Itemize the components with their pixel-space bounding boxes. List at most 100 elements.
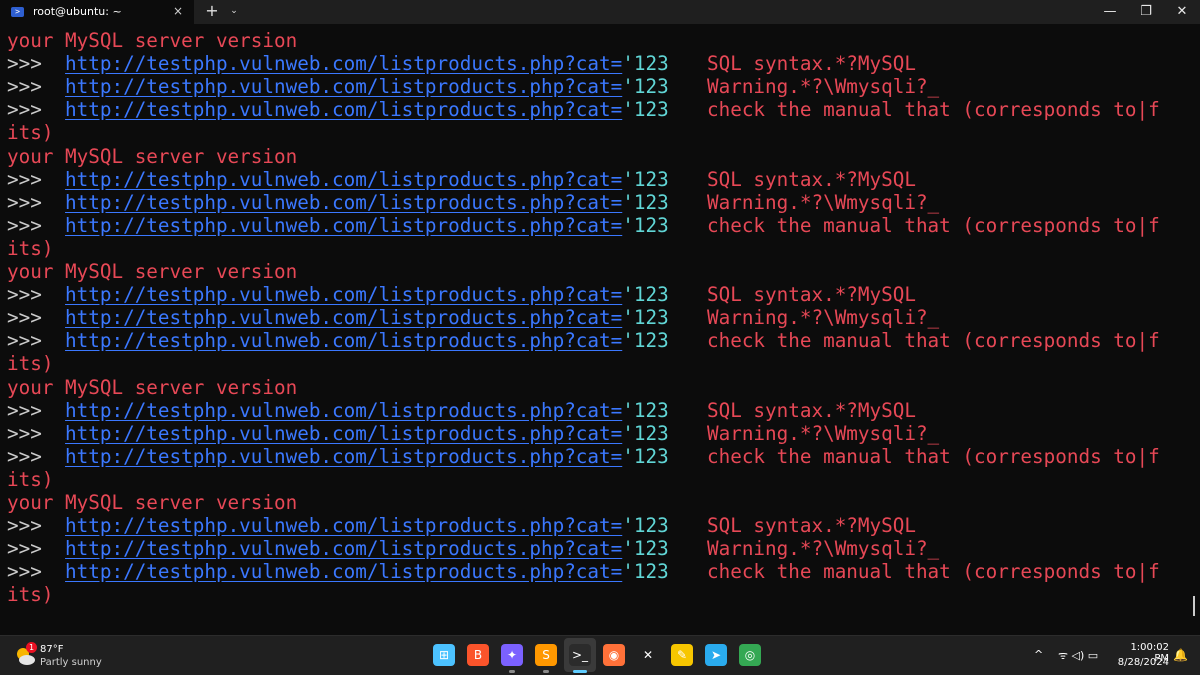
payload-suffix: '123 (622, 167, 669, 191)
prompt-marker: >>> (7, 306, 42, 330)
payload-suffix: '123 (622, 444, 669, 468)
running-indicator (573, 670, 587, 673)
notes-icon[interactable]: ✎ (671, 644, 693, 666)
payload-suffix: '123 (622, 537, 669, 561)
url-link[interactable]: http://testphp.vulnweb.com/listproducts.… (65, 283, 622, 306)
url-link[interactable]: http://testphp.vulnweb.com/listproducts.… (65, 191, 622, 214)
error-pattern: Warning.*?\Wmysqli?_ (707, 306, 940, 330)
url-link[interactable]: http://testphp.vulnweb.com/listproducts.… (65, 168, 622, 191)
minimize-button[interactable]: — (1092, 0, 1128, 24)
payload-suffix: '123 (622, 213, 669, 237)
terminal-entry-line: >>> http://testphp.vulnweb.com/listprodu… (7, 444, 1160, 468)
prompt-marker: >>> (7, 190, 42, 214)
taskbar: 1 87°F Partly sunny ⊞ B ✦ S >_ ◉ ✕ ✎ ➤ ◎ ^ ᯤ ◁) ▭… (0, 635, 1200, 675)
terminal-entry-line: >>> http://testphp.vulnweb.com/listprodu… (7, 306, 939, 330)
url-link[interactable]: http://testphp.vulnweb.com/listproducts.… (65, 514, 622, 537)
url-link[interactable]: http://testphp.vulnweb.com/listproducts.… (65, 306, 622, 329)
url-link[interactable]: http://testphp.vulnweb.com/listproducts.… (65, 329, 622, 352)
network-volume-battery-icons[interactable]: ᯤ ◁) ▭ (1058, 648, 1098, 663)
prompt-marker: >>> (7, 75, 42, 99)
terminal-entry-line: >>> http://testphp.vulnweb.com/listprodu… (7, 75, 939, 99)
terminal-tab[interactable]: > root@ubuntu: ~ × (0, 0, 194, 24)
x-app-icon[interactable]: ✕ (637, 644, 659, 666)
tray-chevron-icon[interactable]: ^ (1034, 648, 1043, 661)
error-pattern: check the manual that (corresponds to|f (707, 444, 1160, 468)
text-cursor (1193, 596, 1195, 616)
firefox-icon[interactable]: ◉ (603, 644, 625, 666)
url-link[interactable]: http://testphp.vulnweb.com/listproducts.… (65, 537, 622, 560)
error-pattern: SQL syntax.*?MySQL (707, 283, 916, 307)
prompt-marker: >>> (7, 398, 42, 422)
error-pattern: Warning.*?\Wmysqli?_ (707, 75, 940, 99)
close-tab-icon[interactable]: × (171, 4, 185, 18)
prompt-marker: >>> (7, 52, 42, 76)
weather-condition[interactable]: Partly sunny (40, 657, 102, 668)
tab-title: root@ubuntu: ~ (33, 5, 122, 18)
telegram-icon[interactable]: ➤ (705, 644, 727, 666)
error-pattern: check the manual that (corresponds to|f (707, 98, 1160, 122)
payload-suffix: '123 (622, 306, 669, 330)
terminal-entry-line: >>> http://testphp.vulnweb.com/listprodu… (7, 398, 916, 422)
error-pattern: SQL syntax.*?MySQL (707, 514, 916, 538)
terminal-line: your MySQL server version (7, 260, 298, 283)
running-indicator (509, 670, 515, 673)
powershell-icon: > (11, 7, 24, 17)
payload-suffix: '123 (622, 190, 669, 214)
url-link[interactable]: http://testphp.vulnweb.com/listproducts.… (65, 560, 622, 583)
terminal-entry-line: >>> http://testphp.vulnweb.com/listprodu… (7, 167, 916, 191)
url-link[interactable]: http://testphp.vulnweb.com/listproducts.… (65, 75, 622, 98)
terminal-line: your MySQL server version (7, 29, 298, 52)
terminal-entry-line: >>> http://testphp.vulnweb.com/listprodu… (7, 421, 939, 445)
error-pattern: Warning.*?\Wmysqli?_ (707, 537, 940, 561)
terminal-entry-line: >>> http://testphp.vulnweb.com/listprodu… (7, 213, 1160, 237)
sublime-icon[interactable]: S (535, 644, 557, 666)
url-link[interactable]: http://testphp.vulnweb.com/listproducts.… (65, 214, 622, 237)
terminal-entry-line: >>> http://testphp.vulnweb.com/listprodu… (7, 190, 939, 214)
chevron-down-icon[interactable]: ⌄ (228, 5, 240, 17)
terminal-line: your MySQL server version (7, 491, 298, 514)
payload-suffix: '123 (622, 421, 669, 445)
running-indicator (543, 670, 549, 673)
prompt-marker: >>> (7, 537, 42, 561)
terminal-entry-line: >>> http://testphp.vulnweb.com/listprodu… (7, 560, 1160, 584)
url-link[interactable]: http://testphp.vulnweb.com/listproducts.… (65, 399, 622, 422)
brave-icon[interactable]: B (467, 644, 489, 666)
prompt-marker: >>> (7, 421, 42, 445)
payload-suffix: '123 (622, 560, 669, 584)
terminal-entry-line: >>> http://testphp.vulnweb.com/listprodu… (7, 537, 939, 561)
url-link[interactable]: http://testphp.vulnweb.com/listproducts.… (65, 98, 622, 121)
error-pattern: SQL syntax.*?MySQL (707, 167, 916, 191)
title-bar: > root@ubuntu: ~ × + ⌄ — ❐ ✕ (0, 0, 1200, 24)
payload-suffix: '123 (622, 398, 669, 422)
terminal-line: your MySQL server version (7, 144, 298, 168)
payload-suffix: '123 (622, 283, 669, 307)
error-pattern: Warning.*?\Wmysqli?_ (707, 190, 940, 214)
prompt-marker: >>> (7, 283, 42, 307)
clock-date[interactable]: 8/28/2024 (1117, 657, 1169, 668)
notification-icon[interactable]: 🔔 (1173, 648, 1188, 662)
prompt-marker: >>> (7, 329, 42, 353)
new-tab-button[interactable]: + (204, 2, 220, 20)
weather-badge: 1 (26, 642, 37, 653)
terminal-line: its) (7, 352, 54, 376)
weather-temperature[interactable]: 87°F (40, 644, 63, 655)
terminal-entry-line: >>> http://testphp.vulnweb.com/listprodu… (7, 514, 916, 538)
chrome-icon[interactable]: ◎ (739, 644, 761, 666)
terminal-line: your MySQL server version (7, 375, 298, 399)
close-window-button[interactable]: ✕ (1164, 0, 1200, 24)
payload-suffix: '123 (622, 52, 669, 76)
payload-suffix: '123 (622, 514, 669, 538)
terminal-line: its) (7, 467, 54, 491)
terminal-line: its) (7, 236, 54, 260)
url-link[interactable]: http://testphp.vulnweb.com/listproducts.… (65, 445, 622, 468)
url-link[interactable]: http://testphp.vulnweb.com/listproducts.… (65, 52, 622, 75)
payload-suffix: '123 (622, 98, 669, 122)
terminal-entry-line: >>> http://testphp.vulnweb.com/listprodu… (7, 52, 916, 76)
maximize-button[interactable]: ❐ (1128, 0, 1164, 24)
terminal-icon[interactable]: >_ (569, 644, 591, 666)
terminal-output[interactable]: your MySQL server version >>> http://test… (0, 29, 1200, 635)
start-icon[interactable]: ⊞ (433, 644, 455, 666)
prompt-marker: >>> (7, 444, 42, 468)
url-link[interactable]: http://testphp.vulnweb.com/listproducts.… (65, 422, 622, 445)
copilot-icon[interactable]: ✦ (501, 644, 523, 666)
